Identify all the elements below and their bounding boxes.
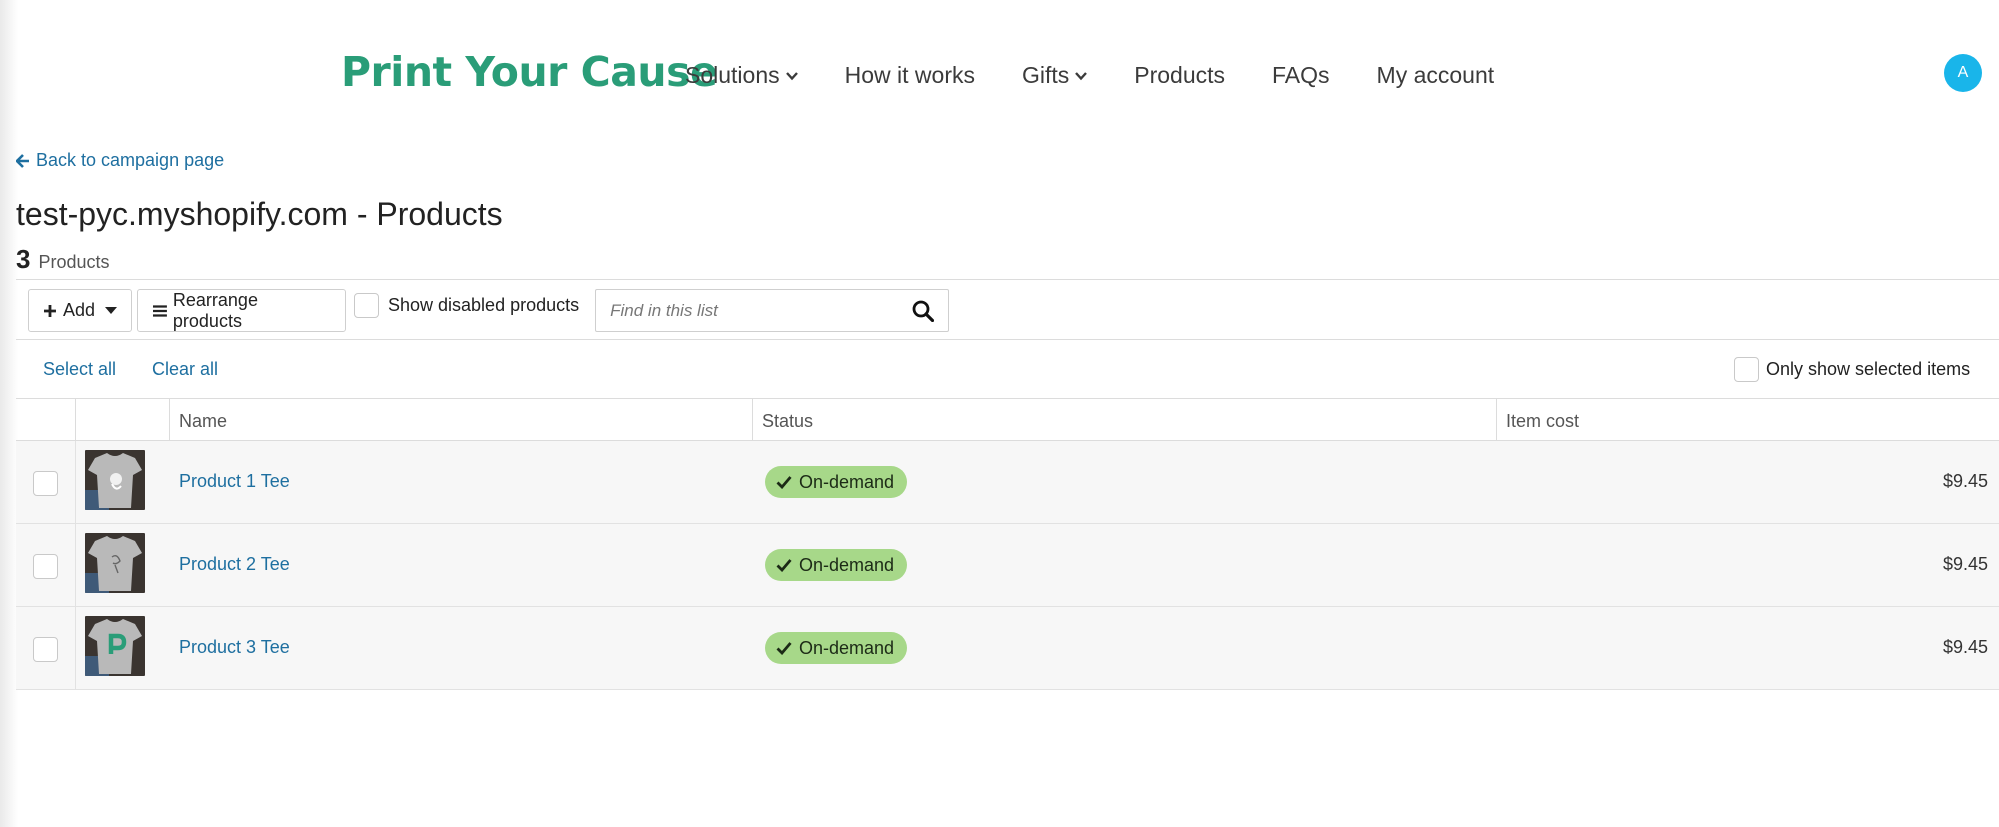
product-count-label: Products [38, 252, 110, 272]
menu-lines-icon [152, 304, 167, 317]
site-header: Print Your Cause Solutions How it works … [0, 0, 1999, 140]
column-divider [169, 399, 170, 442]
table-row[interactable]: Product 2 Tee On-demand $9.45 [16, 524, 1999, 607]
column-divider [752, 399, 753, 442]
product-thumbnail[interactable] [85, 450, 145, 510]
table-header: Name Status Item cost [16, 398, 1999, 442]
only-show-selected-checkbox[interactable] [1734, 357, 1759, 382]
column-header-status[interactable]: Status [762, 411, 813, 432]
checkmark-icon [776, 476, 792, 489]
clear-all-link[interactable]: Clear all [152, 359, 218, 380]
tee-shirt-sketch-icon [85, 533, 145, 593]
row-checkbox[interactable] [33, 554, 58, 579]
nav-products-label: Products [1134, 62, 1226, 88]
column-divider [75, 399, 76, 442]
status-label: On-demand [799, 637, 895, 658]
show-disabled-checkbox[interactable] [354, 293, 379, 318]
nav-solutions-label: Solutions [685, 62, 780, 88]
arrow-left-icon [16, 153, 29, 168]
plus-icon [43, 304, 56, 317]
nav-gifts[interactable]: Gifts [1021, 62, 1088, 89]
back-to-campaign-link[interactable]: Back to campaign page [16, 150, 224, 171]
product-thumbnail[interactable] [85, 533, 145, 593]
status-badge: On-demand [765, 549, 908, 581]
item-cost: $9.45 [1942, 471, 1988, 491]
products-table: Name Status Item cost Product 1 Tee On-d… [16, 398, 1999, 690]
nav-gifts-label: Gifts [1021, 62, 1070, 88]
checkmark-icon [776, 642, 792, 655]
caret-down-icon [105, 307, 117, 314]
status-badge: On-demand [765, 632, 908, 664]
search-input[interactable] [610, 300, 913, 321]
nav-how-it-works-label: How it works [844, 62, 975, 88]
item-cost: $9.45 [1942, 554, 1988, 574]
back-link-label: Back to campaign page [36, 150, 225, 170]
page-title: test-pyc.myshopify.com - Products [16, 196, 503, 232]
rearrange-products-label: Rearrange products [172, 289, 258, 331]
row-checkbox[interactable] [33, 637, 58, 662]
divider [16, 339, 1999, 340]
nav-my-account[interactable]: My account [1377, 62, 1495, 89]
checkmark-icon [776, 559, 792, 572]
table-row[interactable]: Product 3 Tee On-demand $9.45 [16, 607, 1999, 690]
row-checkbox[interactable] [33, 471, 58, 496]
product-name-link[interactable]: Product 2 Tee [179, 554, 290, 575]
chevron-down-icon [1075, 71, 1088, 80]
toolbar: Add Rearrange products Show disabled pro… [28, 289, 950, 332]
status-label: On-demand [799, 471, 895, 492]
only-show-selected-label: Only show selected items [1766, 359, 1971, 379]
column-header-item-cost[interactable]: Item cost [1506, 411, 1579, 432]
chevron-down-icon [785, 71, 798, 80]
column-divider [75, 524, 76, 607]
tee-shirt-graphic-icon [85, 450, 145, 510]
avatar-initial: A [1957, 64, 1969, 81]
show-disabled-toggle[interactable]: Show disabled products [354, 293, 579, 318]
table-row[interactable]: Product 1 Tee On-demand $9.45 [16, 441, 1999, 524]
status-label: On-demand [799, 554, 895, 575]
search-box [595, 289, 950, 332]
site-logo[interactable]: Print Your Cause [341, 48, 718, 96]
select-all-link[interactable]: Select all [43, 359, 116, 380]
avatar[interactable]: A [1944, 54, 1982, 92]
add-button-label: Add [62, 300, 95, 320]
only-show-selected-toggle[interactable]: Only show selected items [1734, 357, 1970, 382]
column-header-name[interactable]: Name [179, 411, 227, 432]
status-badge: On-demand [765, 466, 908, 498]
column-divider [75, 441, 76, 524]
main-nav: Solutions How it works Gifts Products FA… [685, 62, 1541, 89]
product-count: 3 Products [16, 244, 110, 275]
product-name-link[interactable]: Product 1 Tee [179, 471, 290, 492]
nav-faqs[interactable]: FAQs [1272, 62, 1330, 89]
product-name-link[interactable]: Product 3 Tee [179, 637, 290, 658]
nav-how-it-works[interactable]: How it works [845, 62, 975, 89]
product-thumbnail[interactable] [85, 616, 145, 676]
add-button[interactable]: Add [28, 289, 132, 332]
column-divider [75, 607, 76, 690]
search-icon[interactable] [912, 300, 935, 322]
rearrange-products-button[interactable]: Rearrange products [137, 289, 346, 332]
nav-faqs-label: FAQs [1272, 62, 1330, 88]
column-divider [1496, 399, 1497, 442]
nav-products[interactable]: Products [1134, 62, 1225, 89]
tee-shirt-letter-p-icon [85, 616, 145, 676]
nav-my-account-label: My account [1376, 62, 1495, 88]
product-count-number: 3 [16, 244, 31, 274]
divider [16, 279, 1999, 280]
item-cost: $9.45 [1942, 637, 1988, 657]
show-disabled-label: Show disabled products [388, 295, 580, 315]
nav-solutions[interactable]: Solutions [685, 62, 798, 89]
